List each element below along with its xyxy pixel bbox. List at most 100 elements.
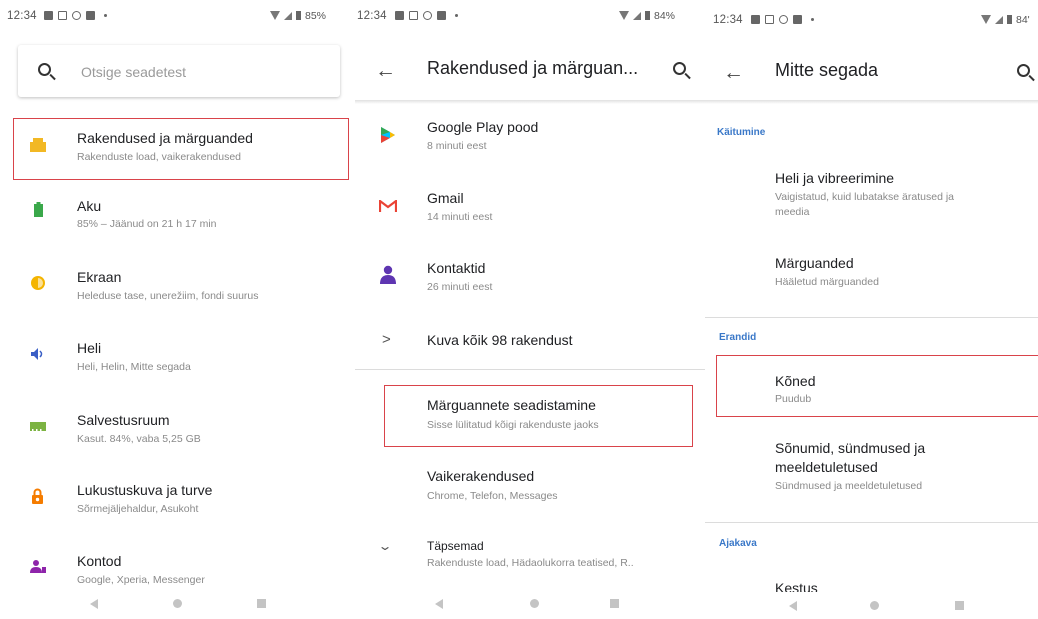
search-placeholder: Otsige seadetest bbox=[81, 64, 187, 80]
settings-item-storage[interactable]: Salvestusruum Kasut. 84%, vaba 5,25 GB bbox=[0, 403, 355, 463]
notification-icon bbox=[793, 15, 802, 24]
page-title: Mitte segada bbox=[775, 60, 879, 80]
app-subtitle: 8 minuti eest bbox=[427, 140, 487, 152]
nav-home-icon[interactable] bbox=[173, 599, 182, 608]
dnd-item-duration[interactable]: Kestus bbox=[705, 572, 1038, 596]
settings-item-subtitle: 85% – Jäänud on 21 h 17 min bbox=[77, 218, 217, 230]
app-title: Gmail bbox=[427, 190, 464, 206]
signal-icon bbox=[284, 12, 292, 20]
settings-item-title: Heli bbox=[77, 340, 102, 356]
settings-item-sound[interactable]: Heli Heli, Helin, Mitte segada bbox=[0, 333, 355, 393]
settings-screen: 12:34 85% Otsige seadetest Rakendused ja… bbox=[0, 0, 355, 619]
recent-app-item[interactable]: Kontaktid 26 minuti eest bbox=[355, 252, 705, 314]
settings-item-title: Aku bbox=[77, 198, 102, 214]
section-header-exceptions: Erandid bbox=[719, 332, 757, 343]
settings-item-subtitle: Sõrmejäljehaldur, Asukoht bbox=[77, 503, 199, 515]
accounts-icon bbox=[30, 560, 46, 573]
notification-icon bbox=[395, 11, 404, 20]
apps-notifications-screen: 12:34 84% ← Rakendused ja märguan... Goo… bbox=[355, 0, 705, 619]
battery-percent: 84% bbox=[654, 10, 676, 22]
nav-back-icon[interactable] bbox=[435, 599, 443, 609]
settings-item-battery[interactable]: Aku 85% – Jäänud on 21 h 17 min bbox=[0, 188, 355, 248]
dnd-item-subtitle: Hääletud märguanded bbox=[775, 276, 879, 288]
nav-home-icon[interactable] bbox=[870, 601, 879, 610]
nav-recents-icon[interactable] bbox=[955, 601, 964, 610]
status-bar: 12:34 84' bbox=[705, 0, 1038, 32]
contacts-icon bbox=[380, 265, 396, 284]
settings-item-title: Ekraan bbox=[77, 269, 122, 285]
navigation-bar bbox=[355, 590, 705, 619]
search-icon[interactable] bbox=[1017, 64, 1030, 77]
advanced-item[interactable]: ⌄ Täpsemad Rakenduste load, Hädaolukorra… bbox=[355, 530, 705, 588]
app-bar-shadow bbox=[705, 100, 1038, 104]
divider bbox=[705, 522, 1038, 523]
wifi-icon bbox=[981, 15, 991, 24]
notification-icon bbox=[72, 11, 81, 20]
back-arrow-icon[interactable]: ← bbox=[723, 62, 744, 83]
notification-icon bbox=[58, 11, 67, 20]
signal-icon bbox=[633, 12, 641, 20]
dnd-item-subtitle-line2: meedia bbox=[775, 206, 810, 218]
settings-item-display[interactable]: Ekraan Heleduse tase, unerežiim, fondi s… bbox=[0, 257, 355, 317]
notification-icon bbox=[765, 15, 774, 24]
highlight-box bbox=[716, 355, 1038, 417]
see-all-apps-label: Kuva kõik 98 rakendust bbox=[427, 332, 573, 348]
section-header-behavior: Käitumine bbox=[717, 127, 766, 138]
status-time: 12:34 bbox=[7, 10, 37, 22]
app-bar-shadow bbox=[355, 100, 705, 104]
settings-item-title: Salvestusruum bbox=[77, 412, 170, 428]
back-arrow-icon[interactable]: ← bbox=[375, 60, 396, 81]
battery-icon bbox=[34, 202, 43, 217]
navigation-bar bbox=[705, 592, 1038, 619]
page-title: Rakendused ja märguan... bbox=[427, 58, 639, 78]
nav-home-icon[interactable] bbox=[530, 599, 539, 608]
notification-icon bbox=[409, 11, 418, 20]
storage-icon bbox=[30, 422, 46, 431]
status-bar: 12:34 84% bbox=[355, 0, 705, 32]
see-all-apps-item[interactable]: > Kuva kõik 98 rakendust bbox=[355, 322, 705, 360]
app-subtitle: 14 minuti eest bbox=[427, 211, 493, 223]
settings-item-subtitle: Google, Xperia, Messenger bbox=[77, 574, 205, 586]
settings-item-subtitle: Kasut. 84%, vaba 5,25 GB bbox=[77, 433, 201, 445]
notification-icon bbox=[86, 11, 95, 20]
notification-icon bbox=[437, 11, 446, 20]
more-notifications-icon bbox=[104, 14, 107, 17]
dnd-item-subtitle: Vaigistatud, kuid lubatakse äratused ja bbox=[775, 191, 955, 203]
nav-recents-icon[interactable] bbox=[610, 599, 619, 608]
wifi-icon bbox=[270, 11, 280, 20]
app-bar: ← Mitte segada bbox=[705, 46, 1038, 102]
section-header-schedule: Ajakava bbox=[719, 538, 757, 549]
settings-item-title: Lukustuskuva ja turve bbox=[77, 482, 213, 498]
setting-subtitle: Chrome, Telefon, Messages bbox=[427, 490, 558, 502]
nav-back-icon[interactable] bbox=[789, 601, 797, 611]
dnd-item-title: Märguanded bbox=[775, 255, 854, 271]
dnd-item-subtitle: Sündmused ja meeldetuletused bbox=[775, 480, 923, 492]
status-time: 12:34 bbox=[713, 14, 743, 26]
settings-item-accounts[interactable]: Kontod Google, Xperia, Messenger bbox=[0, 545, 355, 590]
play-store-icon bbox=[381, 127, 395, 143]
dnd-item-messages-events[interactable]: Sõnumid, sündmused ja meeldetuletused Sü… bbox=[705, 430, 1038, 510]
navigation-bar bbox=[0, 590, 355, 619]
default-apps-item[interactable]: Vaikerakendused Chrome, Telefon, Message… bbox=[355, 458, 705, 520]
setting-subtitle: Rakenduste load, Hädaolukorra teatised, … bbox=[427, 557, 634, 569]
notification-icon bbox=[779, 15, 788, 24]
do-not-disturb-screen: 12:34 84' ← Mitte segada Käitumine Heli … bbox=[705, 0, 1038, 619]
settings-item-lockscreen[interactable]: Lukustuskuva ja turve Sõrmejäljehaldur, … bbox=[0, 473, 355, 533]
recent-app-item[interactable]: Gmail 14 minuti eest bbox=[355, 182, 705, 244]
chevron-down-icon: ⌄ bbox=[377, 539, 393, 553]
lock-icon bbox=[32, 488, 43, 504]
recent-app-item[interactable]: Google Play pood 8 minuti eest bbox=[355, 112, 705, 174]
search-bar[interactable]: Otsige seadetest bbox=[18, 45, 340, 97]
dnd-item-sound-vibration[interactable]: Heli ja vibreerimine Vaigistatud, kuid l… bbox=[705, 160, 1038, 242]
signal-icon bbox=[995, 16, 1003, 24]
gmail-icon bbox=[379, 200, 397, 212]
wifi-icon bbox=[619, 11, 629, 20]
nav-recents-icon[interactable] bbox=[257, 599, 266, 608]
search-icon[interactable] bbox=[673, 62, 686, 75]
search-icon bbox=[38, 63, 51, 76]
nav-back-icon[interactable] bbox=[90, 599, 98, 609]
screenshot-composite: 12:34 85% Otsige seadetest Rakendused ja… bbox=[0, 0, 1038, 619]
dnd-item-notifications[interactable]: Märguanded Hääletud märguanded bbox=[705, 245, 1038, 307]
sound-icon bbox=[31, 348, 43, 360]
highlight-box bbox=[13, 118, 349, 180]
